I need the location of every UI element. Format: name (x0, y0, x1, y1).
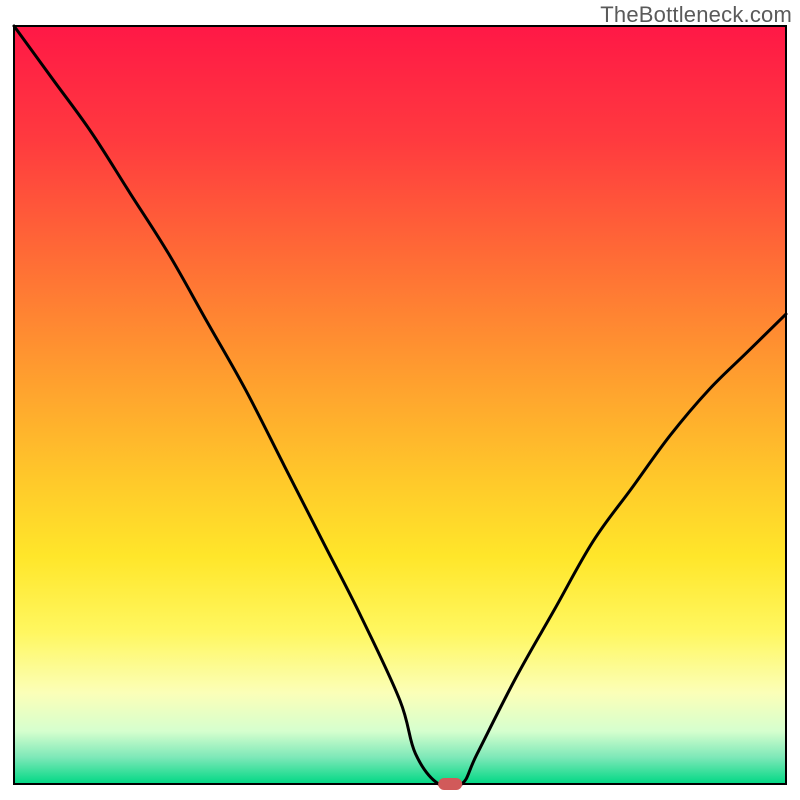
plot-background (14, 26, 786, 784)
optimal-marker (438, 778, 462, 790)
bottleneck-chart (0, 0, 800, 800)
chart-container: TheBottleneck.com (0, 0, 800, 800)
watermark-text: TheBottleneck.com (600, 2, 792, 28)
